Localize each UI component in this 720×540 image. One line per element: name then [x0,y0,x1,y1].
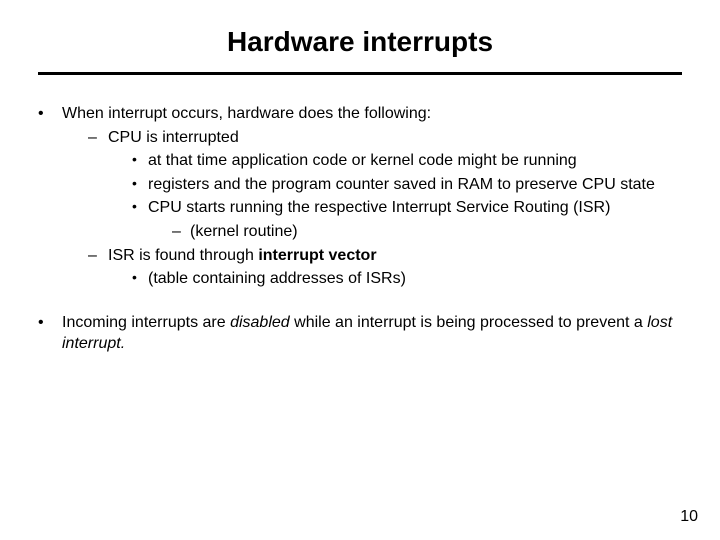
b1-d1-s3-sublist: (kernel routine) [148,221,682,243]
title-rule [38,72,682,75]
b1-d2-bold: interrupt vector [258,247,376,264]
b1-d2-sublist: (table containing addresses of ISRs) [108,268,682,290]
b1-d1-text: CPU is interrupted [108,129,239,146]
b2-pre: Incoming interrupts are [62,314,230,331]
b2-mid: while an interrupt is being processed to… [290,314,648,331]
b1-d1-s1: at that time application code or kernel … [132,150,682,172]
b1-d2-pre: ISR is found through [108,247,258,264]
bullet-1-sublist: CPU is interrupted at that time applicat… [62,127,682,290]
slide-title: Hardware interrupts [38,26,682,58]
b1-d1-s3-text: CPU starts running the respective Interr… [148,199,610,216]
slide-content: When interrupt occurs, hardware does the… [38,103,682,355]
b1-d2: ISR is found through interrupt vector (t… [88,245,682,290]
b1-d1-s3: CPU starts running the respective Interr… [132,197,682,242]
page-number: 10 [680,508,698,526]
b1-d1: CPU is interrupted at that time applicat… [88,127,682,243]
bullet-list: When interrupt occurs, hardware does the… [38,103,682,355]
b1-d1-s2: registers and the program counter saved … [132,174,682,196]
b1-d1-sublist: at that time application code or kernel … [108,150,682,242]
b2-em1: disabled [230,314,290,331]
bullet-1-text: When interrupt occurs, hardware does the… [62,105,431,122]
bullet-2: Incoming interrupts are disabled while a… [38,312,682,355]
b1-d1-s3-a: (kernel routine) [172,221,682,243]
bullet-1: When interrupt occurs, hardware does the… [38,103,682,290]
b1-d2-s1: (table containing addresses of ISRs) [132,268,682,290]
slide: Hardware interrupts When interrupt occur… [0,0,720,540]
